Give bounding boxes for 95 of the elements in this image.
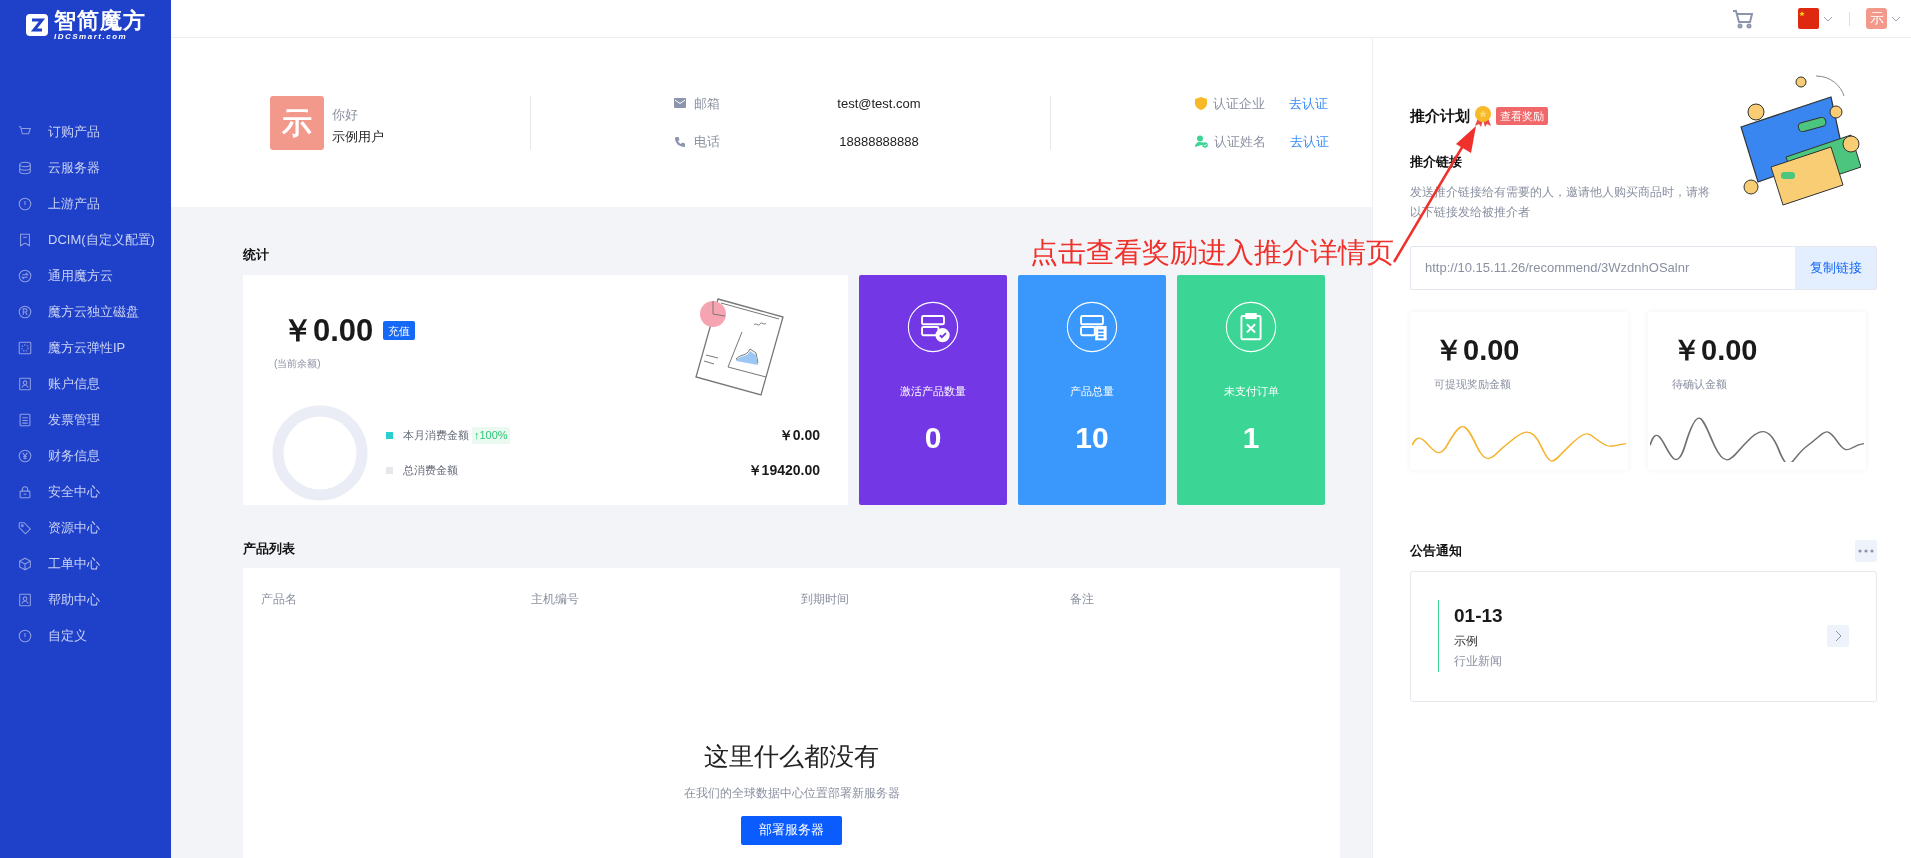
cart-icon[interactable] bbox=[1732, 8, 1754, 29]
sidebar-item[interactable]: 通用魔方云 bbox=[0, 258, 171, 294]
sidebar-item[interactable]: 魔方云独立磁盘 bbox=[0, 294, 171, 330]
sidebar-item[interactable]: 订购产品 bbox=[0, 114, 171, 150]
sidebar-item[interactable]: 发票管理 bbox=[0, 402, 171, 438]
amount-label: 可提现奖励金额 bbox=[1434, 377, 1512, 392]
swap-icon bbox=[17, 268, 33, 284]
user-icon bbox=[17, 592, 33, 608]
link-text: http://10.15.11.26/recommend/3WzdnhOSalnr bbox=[1424, 258, 1691, 277]
column-header: 主机编号 bbox=[530, 592, 579, 606]
username: 示例用户 bbox=[332, 128, 384, 146]
sidebar-item[interactable]: 帮助中心 bbox=[0, 582, 171, 618]
chevron-down-icon bbox=[1823, 15, 1833, 22]
user-check-icon bbox=[1195, 135, 1208, 149]
frame-icon bbox=[17, 340, 33, 356]
brand-domain: IDCSmart.com bbox=[54, 32, 129, 41]
tile-label: 产品总量 bbox=[1070, 383, 1114, 399]
lock-icon bbox=[17, 484, 33, 500]
tile-value: 0 bbox=[924, 420, 942, 456]
database-icon bbox=[17, 160, 33, 176]
chevron-down-icon bbox=[1891, 15, 1901, 22]
server-check-icon bbox=[907, 300, 959, 353]
empty-text: 在我们的全球数据中心位置部署新服务器 bbox=[683, 784, 900, 802]
more-icon[interactable] bbox=[1855, 539, 1877, 562]
info-icon bbox=[17, 628, 33, 644]
sidebar-item[interactable]: 资源中心 bbox=[0, 510, 171, 546]
user-icon bbox=[17, 376, 33, 392]
balance-amount: ￥0.00 bbox=[282, 311, 374, 350]
section-title: 统计 bbox=[243, 246, 269, 264]
column-header: 到期时间 bbox=[800, 592, 849, 606]
tile-label: 激活产品数量 bbox=[900, 383, 966, 399]
column-header: 备注 bbox=[1070, 592, 1095, 606]
sidebar-item[interactable]: 自定义 bbox=[0, 618, 171, 654]
mail-icon bbox=[674, 98, 686, 109]
notice-card[interactable]: 01-13 示例 行业新闻 bbox=[1410, 570, 1877, 702]
view-rewards-link[interactable]: 查看奖励 bbox=[1496, 107, 1548, 125]
verification-label: 认证企业 bbox=[1213, 94, 1266, 113]
phone-icon bbox=[674, 135, 686, 148]
legend-amount: ￥19420.00 bbox=[747, 461, 820, 480]
language-selector[interactable] bbox=[1798, 8, 1833, 29]
contact-value: 18888888888 bbox=[838, 133, 920, 151]
server-list-icon bbox=[1066, 300, 1118, 353]
sidebar-item[interactable]: 魔方云弹性IP bbox=[0, 330, 171, 366]
change-badge: ↑100% bbox=[472, 427, 510, 444]
yen-icon bbox=[17, 448, 33, 464]
notice-date: 01-13 bbox=[1454, 603, 1503, 628]
amount-value: ￥0.00 bbox=[1672, 332, 1759, 368]
cube-icon bbox=[17, 556, 33, 572]
tile-label: 未支付订单 bbox=[1223, 383, 1279, 399]
tile-value: 10 bbox=[1075, 420, 1109, 456]
section-title: 公告通知 bbox=[1410, 541, 1462, 560]
info-icon bbox=[17, 196, 33, 212]
sidebar-item[interactable]: 安全中心 bbox=[0, 474, 171, 510]
avatar: 示 bbox=[270, 95, 324, 150]
shield-icon bbox=[1195, 96, 1207, 110]
contact-label: 电话 bbox=[694, 133, 720, 151]
greeting: 你好 bbox=[332, 105, 359, 124]
contact-value: test@test.com bbox=[836, 94, 922, 113]
verify-link[interactable]: 去认证 bbox=[1290, 132, 1329, 152]
sidebar-item[interactable]: 财务信息 bbox=[0, 438, 171, 474]
section-title: 产品列表 bbox=[243, 539, 295, 558]
column-header: 产品名 bbox=[261, 592, 297, 606]
verification-label: 认证姓名 bbox=[1214, 133, 1267, 151]
flag-icon bbox=[1798, 8, 1819, 29]
tag-icon bbox=[17, 520, 33, 536]
balance-note: (当前余额) bbox=[274, 357, 322, 371]
tile-value: 1 bbox=[1242, 420, 1260, 456]
sidebar-item[interactable]: 云服务器 bbox=[0, 150, 171, 186]
copy-link-button[interactable]: 复制链接 bbox=[1795, 246, 1876, 289]
medal-icon bbox=[1472, 104, 1494, 128]
panel-title: 推介计划 bbox=[1410, 105, 1470, 126]
sidebar-item[interactable]: 账户信息 bbox=[0, 366, 171, 402]
deploy-button[interactable]: 部署服务器 bbox=[741, 815, 842, 845]
document-icon bbox=[17, 412, 33, 428]
sidebar-item[interactable]: 工单中心 bbox=[0, 546, 171, 582]
empty-title: 这里什么都没有 bbox=[704, 741, 879, 772]
logo-icon bbox=[26, 14, 48, 36]
legend-label: 总消费金额 bbox=[403, 463, 458, 479]
annotation-text: 点击查看奖励进入推介详情页 bbox=[1030, 236, 1394, 270]
bookmark-icon bbox=[17, 232, 33, 248]
registered-icon bbox=[17, 304, 33, 320]
amount-label: 待确认金额 bbox=[1672, 377, 1728, 392]
notice-title: 示例 bbox=[1454, 633, 1479, 651]
sidebar-item[interactable]: DCIM(自定义配置) bbox=[0, 222, 171, 258]
link-field[interactable]: http://10.15.11.26/recommend/3WzdnhOSalnr 复制链接 bbox=[1410, 245, 1877, 290]
legend-amount: ￥0.00 bbox=[778, 426, 820, 445]
brand-name: 智简魔方 bbox=[54, 9, 146, 32]
amount-value: ￥0.00 bbox=[1434, 332, 1521, 368]
clipboard-x-icon bbox=[1225, 300, 1277, 353]
recharge-button[interactable]: 充值 bbox=[383, 321, 416, 341]
contact-label: 邮箱 bbox=[694, 94, 720, 113]
verify-link[interactable]: 去认证 bbox=[1289, 93, 1328, 113]
notice-category: 行业新闻 bbox=[1454, 653, 1503, 671]
sidebar-item[interactable]: 上游产品 bbox=[0, 186, 171, 222]
legend-label: 本月消费金额 bbox=[403, 428, 469, 444]
